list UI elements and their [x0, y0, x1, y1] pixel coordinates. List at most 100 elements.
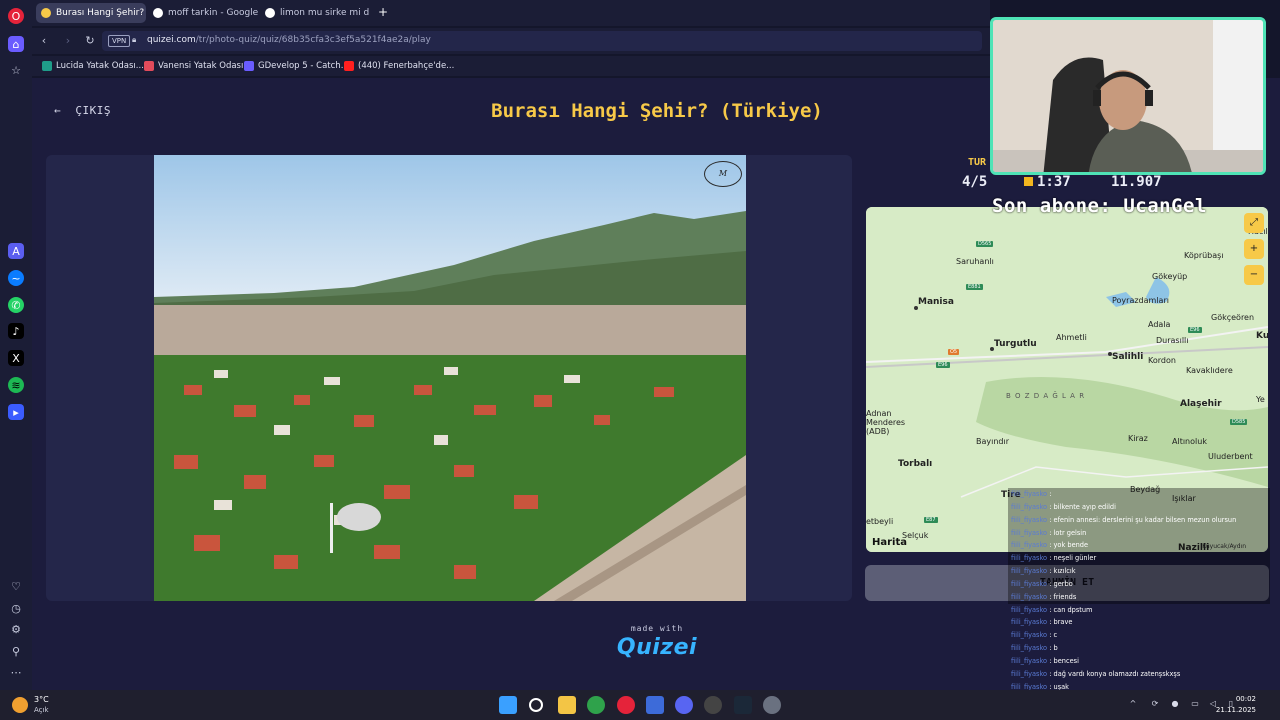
bookmark-item[interactable]: (440) Fenerbahçe'de... — [344, 59, 454, 73]
chat-text: neşeli günler — [1053, 554, 1097, 563]
bookmarks-bar: Lucida Yatak Odası... Vanensi Yatak Odas… — [32, 56, 990, 76]
tab-strip: Burası Hangi Şehir? (Türki moff tarkin -… — [32, 0, 990, 26]
spotify-icon[interactable]: ≋ — [8, 377, 24, 393]
city-label: Turgutlu — [994, 339, 1037, 349]
chat-text: friends — [1053, 592, 1077, 601]
steam-icon[interactable] — [734, 696, 752, 714]
bookmark-item[interactable]: GDevelop 5 - Catch... — [244, 59, 349, 73]
url-path: /tr/photo-quiz/quiz/68b35cfa3c3ef5a521f4… — [195, 35, 431, 45]
tiktok-icon[interactable]: ♪ — [8, 323, 24, 339]
tab-google-2[interactable]: limon mu sirke mi diyen fi — [260, 3, 370, 23]
chat-username: fiili_fiyasko — [1011, 515, 1048, 524]
address-bar[interactable]: VPN 🔒︎ quizei.com/tr/photo-quiz/quiz/68b… — [102, 31, 982, 51]
heart-icon[interactable]: ♡ — [8, 578, 24, 594]
round-counter: 4/5 — [962, 174, 988, 190]
google-favicon-icon — [153, 8, 163, 18]
vpn-badge[interactable]: VPN — [108, 35, 131, 47]
sync-icon[interactable]: ⟳ — [1150, 699, 1160, 709]
city-label: Gökçeören — [1211, 313, 1255, 322]
chrome-icon[interactable] — [587, 696, 605, 714]
road-label: E96 — [1188, 327, 1202, 333]
road-label: D565 — [976, 241, 994, 247]
player-icon[interactable]: ▸ — [8, 404, 24, 420]
settings-app-icon[interactable] — [763, 696, 781, 714]
forward-icon[interactable]: › — [60, 33, 76, 49]
zoom-out-icon[interactable]: − — [1244, 265, 1264, 285]
chat-text: yok bende — [1053, 541, 1089, 550]
chat-message: fiili_fiyasko : bilkente ayıp edildi — [1008, 500, 1270, 514]
star-icon[interactable]: ☆ — [8, 62, 24, 78]
chat-message: fiili_fiyasko : neşeli günler — [1008, 552, 1270, 566]
city-label: Uluderbent — [1208, 452, 1253, 461]
chat-text: can dpstum — [1053, 605, 1093, 614]
exit-button[interactable]: ← ÇIKIŞ — [54, 104, 111, 117]
bookmark-favicon-icon — [144, 61, 154, 71]
mountain-label: B O Z D A Ğ L A R — [1006, 392, 1086, 400]
opera-logo-icon[interactable]: O — [8, 8, 24, 24]
lock-icon[interactable]: 🔒︎ — [132, 35, 140, 45]
bookmark-item[interactable]: Vanensi Yatak Odası... — [144, 59, 251, 73]
city-label: Kordon — [1148, 356, 1176, 365]
city-label: Ye — [1256, 395, 1265, 404]
obs-icon[interactable] — [704, 696, 722, 714]
aria-icon[interactable]: A — [8, 243, 24, 259]
city-label: Adala — [1148, 320, 1171, 329]
bookmark-label: GDevelop 5 - Catch... — [258, 61, 349, 71]
chat-text: bilkente ayıp edildi — [1053, 502, 1116, 511]
bookmark-item[interactable]: Lucida Yatak Odası... — [42, 59, 144, 73]
start-icon[interactable] — [499, 696, 517, 714]
chat-message: fiili_fiyasko : b — [1008, 642, 1270, 655]
clock[interactable]: 00:02 21.11.2025 — [1216, 694, 1256, 716]
taskbar: 3°C Açık ^ ⟳ ● ▭ ◁ ▯ 00:02 21.11.2025 — [0, 690, 1280, 720]
reload-icon[interactable]: ↻ — [82, 33, 98, 49]
fullscreen-icon[interactable]: ⤢ — [1244, 213, 1264, 233]
new-tab-button[interactable]: + — [376, 5, 390, 19]
city-label: Manisa — [918, 297, 954, 307]
chat-text: c — [1053, 631, 1058, 640]
map-logo-label: Harita — [872, 537, 908, 548]
clock-date: 21.11.2025 — [1215, 706, 1256, 714]
home-icon[interactable]: ⌂ — [8, 36, 24, 52]
city-label: Kavaklıdere — [1186, 366, 1233, 375]
tray-chevron-icon[interactable]: ^ — [1128, 699, 1138, 709]
back-icon[interactable]: ‹ — [36, 33, 52, 49]
city-photo-svg — [154, 155, 746, 601]
city-photo: M — [154, 155, 746, 601]
discord-icon[interactable] — [675, 696, 693, 714]
score: 11.907 — [1111, 174, 1162, 190]
quizei-logo[interactable]: Quizei — [612, 635, 702, 660]
bookmark-favicon-icon — [42, 61, 52, 71]
tab-google-1[interactable]: moff tarkin - Google Sear — [148, 3, 258, 23]
more-icon[interactable]: ⋯ — [8, 664, 24, 680]
weather-temp: 3°C — [34, 695, 49, 704]
arrow-left-icon: ← — [54, 104, 76, 117]
x-icon[interactable]: X — [8, 350, 24, 366]
url-host: quizei.com — [147, 35, 196, 45]
road-label: E96 — [936, 362, 950, 368]
weather-status: Açık — [34, 706, 49, 714]
network-icon[interactable]: ▭ — [1190, 699, 1200, 709]
app-icon[interactable] — [646, 696, 664, 714]
settings-icon[interactable]: ⚙ — [8, 621, 24, 637]
file-explorer-icon[interactable] — [558, 696, 576, 714]
opera-icon[interactable] — [617, 696, 635, 714]
search-icon[interactable] — [529, 698, 543, 712]
tab-quiz[interactable]: Burası Hangi Şehir? (Türki — [36, 3, 146, 23]
history-icon[interactable]: ◷ — [8, 600, 24, 616]
page-title: Burası Hangi Şehir? (Türkiye) — [491, 100, 823, 122]
chat-username: fiili_fiyasko — [1011, 579, 1048, 588]
messenger-icon[interactable]: ~ — [8, 270, 24, 286]
opera-sidebar: O ⌂ ☆ A ~ ✆ ♪ X ≋ ▸ ♡ ◷ ⚙ ⚲ ⋯ — [0, 0, 32, 690]
city-label: Bayındır — [976, 437, 1010, 446]
url-text[interactable]: quizei.com/tr/photo-quiz/quiz/68b35cfa3c… — [147, 35, 431, 45]
road-label: E881 — [966, 284, 983, 290]
tips-icon[interactable]: ⚲ — [8, 643, 24, 659]
photo-panel: M — [46, 155, 852, 601]
chat-message: fiili_fiyasko : lotr gelsin — [1008, 526, 1270, 540]
photo-watermark: M — [704, 161, 742, 187]
zoom-in-icon[interactable]: + — [1244, 239, 1264, 259]
city-label: etbeyli — [866, 517, 894, 526]
whatsapp-icon[interactable]: ✆ — [8, 297, 24, 313]
chat-message: fiili_fiyasko : kızılcık — [1008, 565, 1270, 578]
mic-icon[interactable]: ● — [1170, 699, 1180, 709]
